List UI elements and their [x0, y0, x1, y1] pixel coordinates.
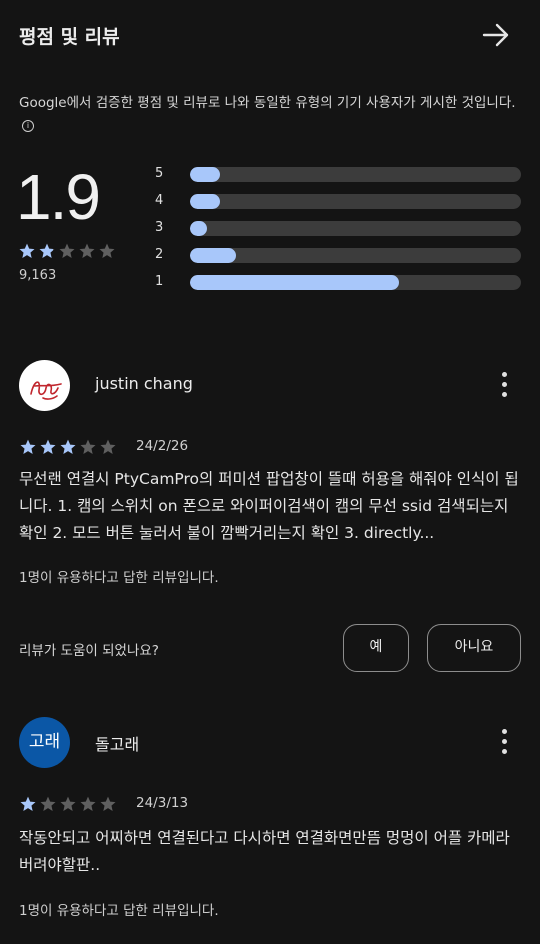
rating-bar-row: 5 [155, 166, 521, 193]
rating-bar-fill [190, 221, 207, 236]
star-icon [60, 439, 76, 454]
review-card: justin chang 24/2/26 무선랜 연결시 PtyCamPro의 … [19, 360, 521, 690]
review-star-rating [19, 795, 117, 813]
rating-bar-fill [190, 248, 237, 263]
avatar [19, 360, 70, 411]
rating-bar-fill [190, 194, 220, 209]
rating-bar-row: 1 [155, 274, 521, 301]
star-icon [20, 439, 36, 454]
rating-bar-label: 1 [155, 274, 164, 289]
arrow-right-icon[interactable] [481, 20, 511, 50]
review-card: 고래 돌고래 24/3/13 작동안되고 어찌하면 연결된다고 다시하면 연결화… [19, 717, 521, 927]
total-review-count: 9,163 [19, 268, 57, 283]
helpful-count: 1명이 유용하다고 답한 리뷰입니다. [19, 570, 219, 586]
page-title: 평점 및 리뷰 [19, 26, 120, 48]
star-icon [20, 796, 36, 811]
review-date: 24/3/13 [136, 795, 189, 811]
star-icon [100, 439, 116, 454]
header: 평점 및 리뷰 [19, 18, 521, 52]
star-icon [40, 439, 56, 454]
rating-bar-fill [190, 275, 399, 290]
rating-bar-fill [190, 167, 220, 182]
star-icon [80, 439, 96, 454]
info-icon[interactable]: i [22, 120, 34, 132]
rating-bar-track [190, 248, 521, 263]
rating-bar-label: 2 [155, 247, 164, 262]
rating-bar-track [190, 194, 521, 209]
star-icon [60, 796, 76, 811]
star-icon [100, 796, 116, 811]
rating-bar-track [190, 275, 521, 290]
ratings-description: Google에서 검증한 평점 및 리뷰로 나와 동일한 유형의 기기 사용자가… [19, 93, 519, 135]
helpful-count: 1명이 유용하다고 답한 리뷰입니다. [19, 903, 219, 919]
star-icon [79, 243, 95, 258]
rating-bar-track [190, 221, 521, 236]
reviewer-name: 돌고래 [95, 735, 140, 754]
star-icon [99, 243, 115, 258]
star-icon [80, 796, 96, 811]
more-options-icon[interactable] [499, 372, 509, 400]
review-star-rating [19, 438, 117, 456]
description-text: Google에서 검증한 평점 및 리뷰로 나와 동일한 유형의 기기 사용자가… [19, 95, 516, 111]
no-button[interactable]: 아니요 [427, 624, 521, 672]
average-rating: 1.9 [16, 161, 101, 233]
star-icon [59, 243, 75, 258]
signature-avatar-icon [30, 381, 62, 400]
star-icon [39, 243, 55, 258]
rating-bar-label: 3 [155, 220, 164, 235]
review-text[interactable]: 작동안되고 어찌하면 연결된다고 다시하면 연결화면만뜸 멍멍이 어플 카메라버… [19, 825, 521, 879]
more-options-icon[interactable] [499, 729, 509, 757]
avatar: 고래 [19, 717, 70, 768]
rating-bar-track [190, 167, 521, 182]
reviewer-name: justin chang [95, 374, 193, 393]
summary-star-rating [18, 242, 116, 260]
star-icon [40, 796, 56, 811]
rating-distribution: 5 4 3 2 1 [155, 166, 521, 301]
rating-bar-label: 4 [155, 193, 164, 208]
yes-button[interactable]: 예 [343, 624, 409, 672]
rating-bar-row: 3 [155, 220, 521, 247]
star-icon [19, 243, 35, 258]
rating-bar-label: 5 [155, 166, 164, 181]
avatar-text: 고래 [28, 732, 61, 752]
rating-bar-row: 2 [155, 247, 521, 274]
review-text[interactable]: 무선랜 연결시 PtyCamPro의 퍼미션 팝업창이 뜰때 허용을 해줘야 인… [19, 466, 521, 547]
review-date: 24/2/26 [136, 438, 189, 454]
rating-bar-row: 4 [155, 193, 521, 220]
helpful-question: 리뷰가 도움이 되었나요? [19, 643, 159, 659]
